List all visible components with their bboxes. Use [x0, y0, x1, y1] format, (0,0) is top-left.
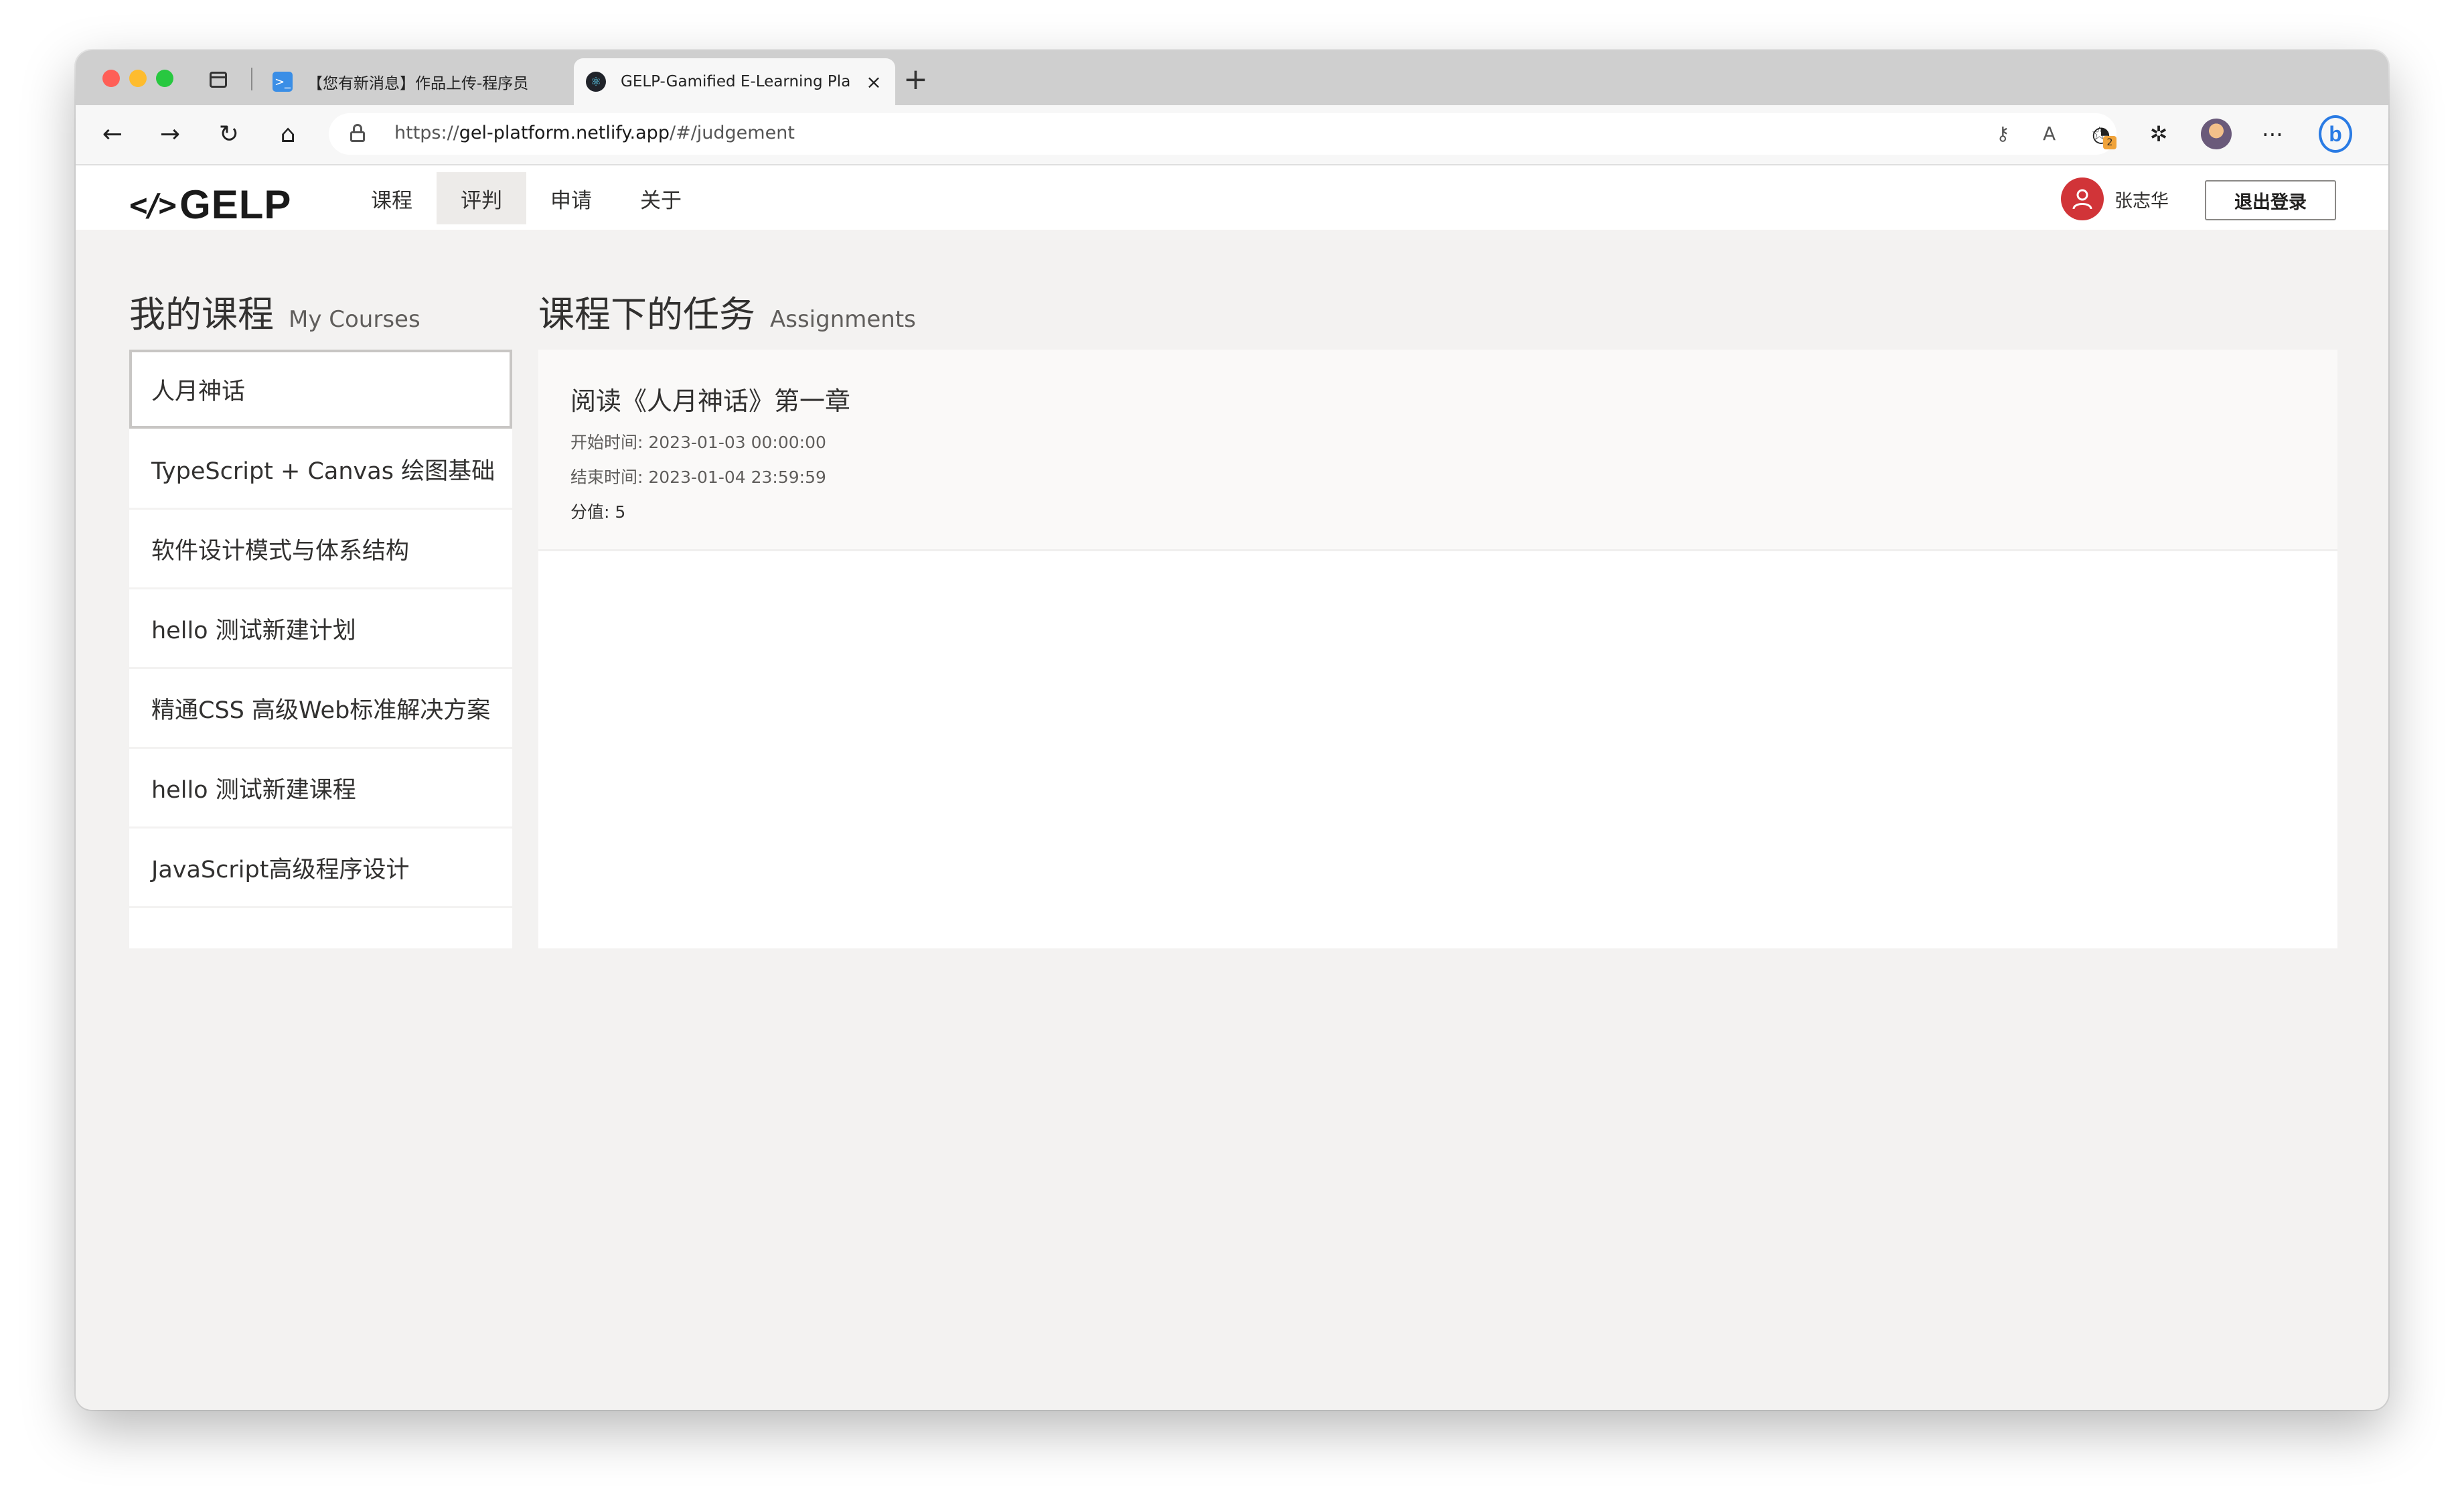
person-icon: [2072, 189, 2092, 210]
assignment-card[interactable]: 阅读《人月神话》第一章 开始时间: 2023-01-03 00:00:00 结束…: [538, 350, 2337, 551]
logo-text: GELP: [179, 182, 292, 227]
nav-apply[interactable]: 申请: [526, 172, 616, 224]
courses-heading-en: My Courses: [289, 306, 420, 333]
extensions-puzzle-icon[interactable]: ✲: [2142, 117, 2175, 151]
profile-avatar-icon[interactable]: [2200, 117, 2233, 151]
lock-icon[interactable]: [350, 124, 365, 142]
minimize-window-button[interactable]: [129, 70, 147, 87]
course-item[interactable]: hello 测试新建计划: [129, 590, 512, 669]
bing-chat-icon[interactable]: b: [2319, 115, 2352, 153]
read-aloud-icon[interactable]: A: [2043, 123, 2056, 145]
nav-courses[interactable]: 课程: [347, 172, 437, 224]
user-info[interactable]: 张志华: [2061, 177, 2169, 220]
gelp-logo[interactable]: </> GELP: [129, 182, 291, 228]
course-item[interactable]: TypeScript + Canvas 绘图基础: [129, 431, 512, 510]
assignment-start-time: 开始时间: 2023-01-03 00:00:00: [570, 433, 826, 452]
assignments-heading: 课程下的任务 Assignments: [538, 285, 916, 338]
assignments-panel: 阅读《人月神话》第一章 开始时间: 2023-01-03 00:00:00 结束…: [538, 350, 2337, 948]
courses-heading-zh: 我的课程: [129, 293, 274, 336]
nav-about[interactable]: 关于: [616, 172, 706, 224]
main-nav: 课程 评判 申请 关于: [347, 172, 706, 224]
course-item[interactable]: JavaScript高级程序设计: [129, 829, 512, 908]
tab-separator: [251, 68, 252, 90]
tab-strip: >_ 【您有新消息】作品上传-程序员 × ⚛ GELP-Gamified E-L…: [76, 50, 2388, 105]
terminal-favicon-icon: >_: [273, 72, 293, 92]
key-icon[interactable]: ⚷: [1996, 123, 2010, 145]
tab-actions-icon[interactable]: [210, 72, 227, 88]
course-item[interactable]: 精通CSS 高级Web标准解决方案: [129, 670, 512, 749]
react-favicon-icon: ⚛: [586, 72, 606, 92]
close-tab-icon[interactable]: ×: [864, 71, 883, 93]
extension-badge: 2: [2103, 136, 2116, 149]
url-path: /#/judgement: [669, 123, 795, 143]
maximize-window-button[interactable]: [156, 70, 173, 87]
tab-title: 【您有新消息】作品上传-程序员: [307, 75, 529, 92]
url-host: gel-platform.netlify.app: [459, 123, 670, 143]
refresh-icon[interactable]: ↻: [212, 117, 246, 151]
courses-heading: 我的课程 My Courses: [129, 285, 420, 338]
course-item[interactable]: 软件设计模式与体系结构: [129, 510, 512, 589]
logout-button[interactable]: 退出登录: [2205, 180, 2336, 220]
extension-icon[interactable]: ◔ 2: [2084, 117, 2118, 151]
forward-icon[interactable]: →: [153, 117, 187, 151]
assignments-heading-zh: 课程下的任务: [538, 293, 755, 336]
assignments-heading-en: Assignments: [770, 306, 916, 333]
more-options-icon[interactable]: ⋯: [2256, 117, 2289, 151]
browser-toolbar: ← → ↻ ⌂ https://gel-platform.netlify.app…: [76, 105, 2388, 165]
tab-title: GELP-Gamified E-Learning Pla: [621, 73, 851, 90]
url-text[interactable]: https://gel-platform.netlify.app/#/judge…: [394, 123, 795, 143]
app-header: </> GELP 课程 评判 申请 关于 张志华 退出登录: [76, 165, 2388, 230]
user-name: 张志华: [2114, 190, 2169, 212]
nav-judgement[interactable]: 评判: [437, 172, 526, 224]
new-tab-button[interactable]: +: [903, 65, 928, 94]
browser-window: >_ 【您有新消息】作品上传-程序员 × ⚛ GELP-Gamified E-L…: [76, 50, 2388, 1410]
url-prefix: https://: [394, 123, 459, 143]
close-window-button[interactable]: [102, 70, 120, 87]
assignment-title[interactable]: 阅读《人月神话》第一章: [570, 380, 850, 417]
user-avatar[interactable]: [2061, 177, 2104, 220]
home-icon[interactable]: ⌂: [271, 117, 305, 151]
back-icon[interactable]: ←: [96, 117, 129, 151]
course-list: 人月神话 TypeScript + Canvas 绘图基础 软件设计模式与体系结…: [129, 350, 512, 948]
course-item[interactable]: hello 测试新建课程: [129, 749, 512, 829]
code-pen-logo-icon: </>: [129, 186, 177, 223]
tab-gelp[interactable]: ⚛ GELP-Gamified E-Learning Pla ×: [574, 58, 895, 105]
course-item-selected[interactable]: 人月神话: [129, 350, 512, 429]
address-bar[interactable]: https://gel-platform.netlify.app/#/judge…: [329, 113, 2116, 155]
assignment-end-time: 结束时间: 2023-01-04 23:59:59: [570, 467, 826, 487]
assignment-score: 分值: 5: [570, 502, 626, 522]
